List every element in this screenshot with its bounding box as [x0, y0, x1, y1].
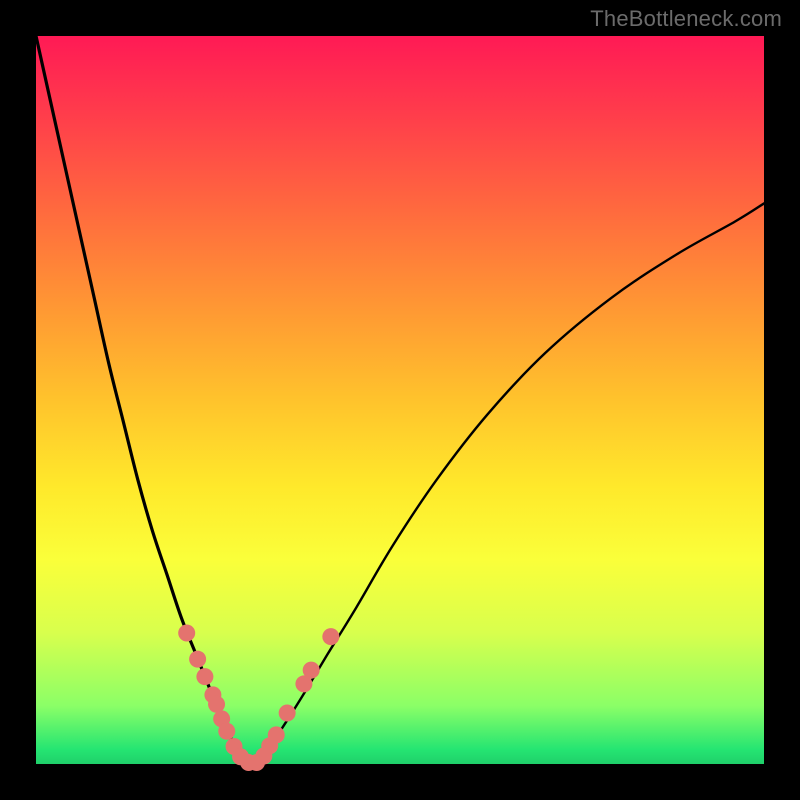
data-dot [178, 624, 195, 641]
watermark-text: TheBottleneck.com [590, 6, 782, 32]
series-left-branch [36, 36, 253, 764]
data-dot [303, 662, 320, 679]
series-right-branch [253, 203, 764, 764]
data-dot [196, 668, 213, 685]
curve-group [36, 36, 764, 764]
data-dot [189, 651, 206, 668]
chart-svg [36, 36, 764, 764]
chart-frame: TheBottleneck.com [0, 0, 800, 800]
dots-group [178, 624, 339, 771]
data-dot [279, 705, 296, 722]
data-dot [208, 696, 225, 713]
data-dot [322, 628, 339, 645]
plot-area [36, 36, 764, 764]
data-dot [268, 726, 285, 743]
data-dot [218, 723, 235, 740]
